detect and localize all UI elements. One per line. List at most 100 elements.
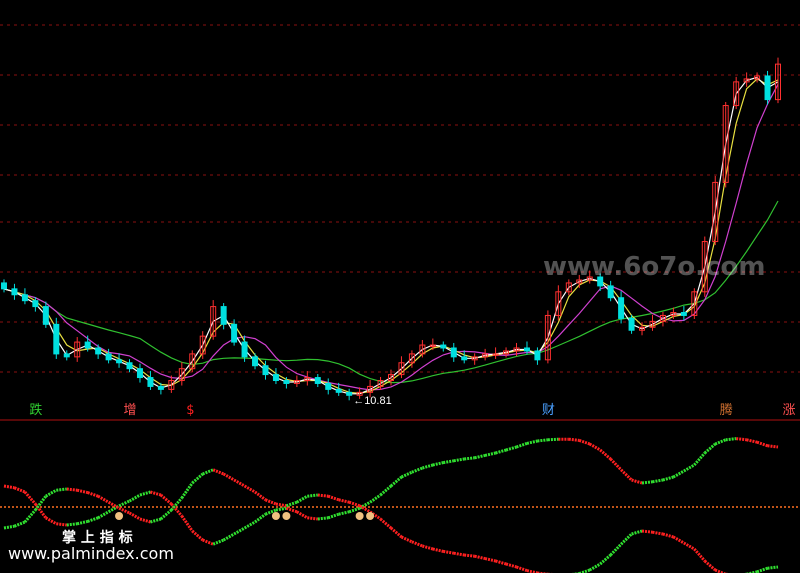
ma10-line xyxy=(3,78,779,394)
osc-lower-segment xyxy=(3,524,15,530)
osc-lower-segment xyxy=(348,500,361,508)
osc-upper-segment xyxy=(149,490,162,497)
candle-body xyxy=(252,356,259,367)
osc-lower-segment xyxy=(76,488,89,495)
osc-upper-segment xyxy=(609,457,623,471)
osc-upper-segment xyxy=(662,475,674,482)
osc-upper-segment xyxy=(296,510,309,520)
candle-body xyxy=(523,347,530,352)
osc-lower-segment xyxy=(652,530,664,536)
candle-body xyxy=(231,323,238,343)
candle-body xyxy=(21,294,28,302)
osc-lower-segment xyxy=(390,526,403,539)
osc-lower-segment xyxy=(379,517,392,530)
osc-lower-segment xyxy=(296,494,309,504)
osc-upper-segment xyxy=(537,438,549,443)
candle-body xyxy=(262,365,269,376)
candle-body xyxy=(32,300,39,308)
osc-upper-segment xyxy=(56,522,67,527)
osc-lower-segment xyxy=(233,478,246,488)
candle-body xyxy=(314,377,321,384)
osc-upper-segment xyxy=(202,538,214,546)
candle-body xyxy=(628,317,635,331)
osc-upper-segment xyxy=(683,463,696,473)
osc-lower-segment xyxy=(159,508,173,521)
candle-body xyxy=(95,347,102,355)
osc-upper-segment xyxy=(443,459,455,465)
candlestick-series xyxy=(1,57,781,401)
osc-lower-segment xyxy=(400,535,413,544)
candle-body xyxy=(618,297,625,319)
osc-upper-segment xyxy=(139,490,151,497)
osc-lower-segment xyxy=(756,566,768,573)
candle-body xyxy=(272,374,279,382)
osc-lower-segment xyxy=(307,493,318,498)
osc-upper-segment xyxy=(212,538,225,546)
candle-body xyxy=(450,347,457,358)
candle-body xyxy=(440,344,447,349)
stock-chart: ←10.81 跌增 $ 财腾涨 www.6o7o.com 掌 上 指 标 www.p… xyxy=(0,24,800,573)
osc-upper-segment xyxy=(275,506,287,512)
osc-lower-segment xyxy=(23,509,37,523)
candle-body xyxy=(157,385,164,390)
osc-upper-segment xyxy=(620,468,633,482)
site-watermark: www.6o7o.com xyxy=(543,252,765,282)
osc-upper-segment xyxy=(411,466,423,474)
osc-upper-segment xyxy=(338,510,350,516)
osc-upper-segment xyxy=(714,438,727,446)
osc-lower-segment xyxy=(516,565,528,573)
osc-upper-segment xyxy=(495,448,507,455)
candle-body xyxy=(136,368,143,379)
candle-body xyxy=(764,75,771,101)
osc-lower-segment xyxy=(243,484,256,494)
candle-body xyxy=(126,362,133,370)
candle-body xyxy=(461,356,468,361)
osc-upper-segment xyxy=(631,478,643,485)
osc-lower-segment xyxy=(118,506,131,515)
osc-upper-segment xyxy=(243,520,256,530)
osc-lower-segment xyxy=(484,557,496,563)
osc-lower-segment xyxy=(338,498,350,504)
osc-upper-segment xyxy=(379,484,392,497)
candle-body xyxy=(147,377,154,387)
osc-upper-segment xyxy=(118,499,131,508)
candle-body xyxy=(241,341,248,358)
osc-upper-segment xyxy=(432,461,444,467)
osc-upper-segment xyxy=(87,516,99,523)
osc-upper-segment xyxy=(641,480,653,485)
signal-label: 跌 xyxy=(29,402,42,418)
osc-lower-segment xyxy=(264,498,277,506)
candle-body xyxy=(335,388,342,393)
candle-body xyxy=(53,323,60,355)
osc-upper-segment xyxy=(233,526,246,536)
osc-upper-segment xyxy=(254,512,267,524)
hand-cross-icon xyxy=(366,512,375,520)
osc-lower-segment xyxy=(275,502,287,508)
osc-upper-segment xyxy=(180,515,194,532)
osc-lower-segment xyxy=(66,487,78,492)
osc-lower-segment xyxy=(45,488,58,498)
osc-upper-segment xyxy=(505,445,517,452)
candle-body xyxy=(607,285,614,299)
osc-lower-segment xyxy=(588,562,601,572)
osc-upper-segment xyxy=(327,512,340,520)
osc-lower-segment xyxy=(327,494,340,502)
osc-upper-segment xyxy=(464,456,475,461)
osc-upper-segment xyxy=(568,437,580,442)
osc-lower-segment xyxy=(620,532,633,546)
osc-lower-segment xyxy=(212,468,225,476)
osc-lower-segment xyxy=(662,532,674,539)
osc-upper-segment xyxy=(484,451,496,457)
osc-lower-segment xyxy=(599,553,612,566)
signal-label: 腾 xyxy=(720,402,733,418)
osc-lower-segment xyxy=(87,491,99,498)
osc-upper-segment xyxy=(547,437,559,442)
osc-upper-segment xyxy=(222,532,235,542)
osc-upper-segment xyxy=(191,529,204,542)
osc-lower-segment xyxy=(285,500,298,508)
osc-upper-segment xyxy=(693,452,706,466)
osc-upper-segment xyxy=(13,486,26,494)
candle-body xyxy=(11,288,18,296)
osc-upper-segment xyxy=(516,441,528,449)
candle-body xyxy=(346,391,353,396)
